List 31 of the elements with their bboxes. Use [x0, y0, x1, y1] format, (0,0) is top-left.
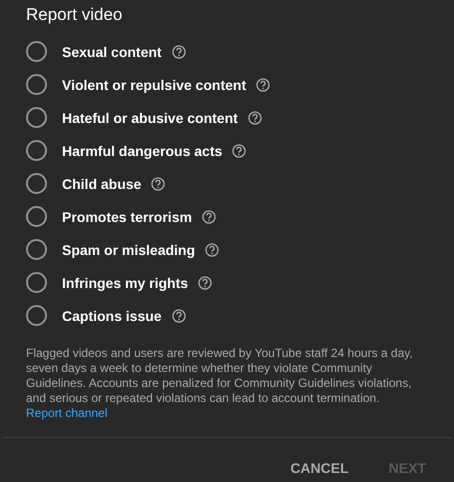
help-icon[interactable]	[172, 44, 186, 58]
radio-button[interactable]	[26, 140, 47, 161]
help-icon[interactable]	[172, 308, 186, 322]
reason-label: Sexual content	[62, 44, 162, 60]
dialog-title: Report video	[26, 4, 124, 26]
radio-button[interactable]	[26, 272, 47, 293]
notice-text: Flagged videos and users are reviewed by YouTube staff 24 hours a day, seven days a week to determine whether they violate Community Guidelines. Accounts are penalized for Community Guidelines violations, and serious or repeated violations can lead to account termination.	[26, 346, 414, 406]
dialog-button[interactable]: CANCEL	[274, 456, 365, 480]
help-icon[interactable]	[205, 242, 220, 256]
reason-label: Violent or repulsive content	[62, 76, 246, 92]
radio-button[interactable]	[26, 173, 47, 194]
reason-label: Captions issue	[62, 308, 162, 324]
radio-button[interactable]	[26, 206, 47, 227]
reason-label: Spam or misleading	[62, 242, 196, 258]
reason-label: Hateful or abusive content	[62, 110, 238, 126]
reason-label: Harmful dangerous acts	[62, 142, 222, 158]
help-icon[interactable]	[151, 176, 166, 190]
help-icon[interactable]	[232, 144, 246, 158]
help-icon[interactable]	[248, 110, 262, 124]
report-channel-link[interactable]: Report channel	[26, 406, 108, 421]
help-icon[interactable]	[198, 276, 212, 290]
reason-label: Child abuse	[62, 176, 142, 192]
radio-button[interactable]	[26, 41, 47, 62]
radio-button[interactable]	[26, 107, 47, 128]
radio-button[interactable]	[26, 239, 47, 260]
help-icon[interactable]	[202, 210, 216, 224]
reason-label: Infringes my rights	[62, 274, 188, 290]
radio-button[interactable]	[26, 74, 47, 95]
radio-button[interactable]	[26, 305, 47, 326]
help-icon[interactable]	[256, 78, 270, 92]
reason-label: Promotes terrorism	[62, 208, 192, 224]
